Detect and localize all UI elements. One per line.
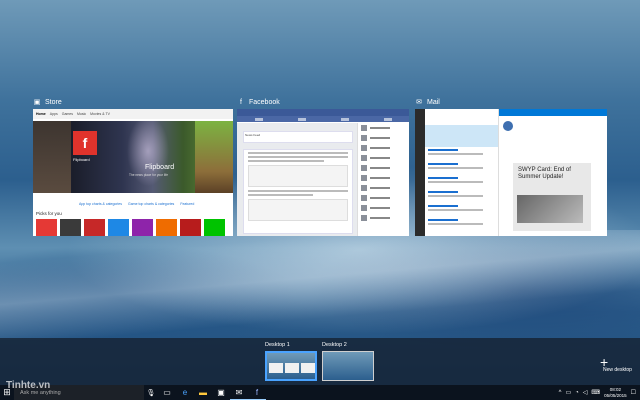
desktop-preview[interactable] xyxy=(322,351,374,381)
battery-icon[interactable]: ▭ xyxy=(565,389,571,396)
hero-title: Flipboard xyxy=(145,164,175,171)
notification-icon[interactable]: ☐ xyxy=(631,389,636,396)
facebook-taskbar-icon[interactable]: f xyxy=(248,385,266,400)
microphone-icon[interactable]: 🎙 xyxy=(144,389,158,397)
app-tiles xyxy=(36,219,225,236)
desktop-1-thumbnail[interactable]: Desktop 1 xyxy=(265,342,317,384)
app-tile xyxy=(180,219,201,236)
desktop-label: Desktop 1 xyxy=(265,342,290,348)
nav-item: Games xyxy=(61,112,73,116)
window-title: Store xyxy=(45,98,62,106)
store-link: Game top charts & categories xyxy=(128,202,175,206)
nav-item: Apps xyxy=(49,112,58,116)
feed-post xyxy=(243,149,353,234)
store-link: App top charts & categories xyxy=(79,202,122,206)
nav-item: Movies & TV xyxy=(90,112,110,116)
task-view-icon[interactable]: ▭ xyxy=(158,385,176,400)
window-title: Mail xyxy=(427,98,440,106)
hero-subtitle: The news place for your life xyxy=(129,173,168,177)
virtual-desktops-bar xyxy=(0,338,640,385)
window-header: f Facebook xyxy=(237,96,409,108)
app-tile xyxy=(36,219,57,236)
app-tile xyxy=(132,219,153,236)
nav-item: Home xyxy=(36,112,46,116)
nav-item: Music xyxy=(77,112,87,116)
store-nav: Home Apps Games Music Movies & TV xyxy=(33,109,233,119)
desktop-label: Desktop 2 xyxy=(322,342,347,348)
email-card-image xyxy=(517,195,583,223)
store-link: Featured xyxy=(180,202,195,206)
hero-image-right xyxy=(195,121,233,193)
facebook-top-bar xyxy=(237,109,409,116)
desktop-preview[interactable] xyxy=(265,351,317,381)
store-hero-banner: f Flipboard Flipboard The news place for… xyxy=(33,121,233,193)
store-links: App top charts & categories Game top cha… xyxy=(79,202,194,206)
mail-icon: ✉ xyxy=(416,99,422,106)
new-desktop-label[interactable]: New desktop xyxy=(603,367,632,373)
compose-box: News Feed xyxy=(243,131,353,143)
app-tile xyxy=(156,219,177,236)
system-tray: ^ ▭ ◔ ◁ ⌨ 08:02 05/05/2015 ☐ xyxy=(559,387,640,399)
window-header: ✉ Mail xyxy=(415,96,607,108)
taskbar: ⊞ Ask me anything 🎙 ▭ e ▬ ▣ ✉ f ^ ▭ ◔ ◁ … xyxy=(0,385,640,400)
mail-nav-rail xyxy=(415,109,425,236)
task-view-window-mail[interactable]: ✉ Mail SWYP Card: End of Summer Update! xyxy=(415,96,607,236)
sender-avatar xyxy=(503,121,513,131)
task-view-window-store[interactable]: ▣ Store Home Apps Games Music Movies & T… xyxy=(33,96,233,236)
edge-icon[interactable]: e xyxy=(176,385,194,400)
app-tile xyxy=(108,219,129,236)
reading-pane: SWYP Card: End of Summer Update! xyxy=(499,109,607,236)
hero-app-name: Flipboard xyxy=(73,157,90,162)
flipboard-logo-icon: f xyxy=(73,131,97,155)
clock-date: 05/05/2015 xyxy=(604,392,627,398)
desktop-2-thumbnail[interactable]: Desktop 2 xyxy=(322,342,374,384)
contacts-sidebar xyxy=(357,123,409,236)
window-thumbnail[interactable]: Home Apps Games Music Movies & TV f Flip… xyxy=(33,109,233,236)
app-tile xyxy=(84,219,105,236)
volume-icon[interactable]: ◁ xyxy=(583,389,588,396)
clock[interactable]: 08:02 05/05/2015 xyxy=(604,387,627,399)
task-view-window-facebook[interactable]: f Facebook News Feed xyxy=(237,96,409,236)
facebook-tabs xyxy=(237,116,409,122)
email-card: SWYP Card: End of Summer Update! xyxy=(513,163,591,231)
chevron-up-icon[interactable]: ^ xyxy=(559,390,562,396)
window-title: Facebook xyxy=(249,98,280,106)
line-app-tile xyxy=(204,219,225,236)
hero-milky-way xyxy=(103,121,193,193)
mail-list xyxy=(425,109,499,236)
hero-image-left xyxy=(33,121,71,193)
facebook-icon: f xyxy=(240,98,242,106)
wallpaper xyxy=(0,230,640,340)
keyboard-icon[interactable]: ⌨ xyxy=(591,389,600,396)
store-icon: ▣ xyxy=(33,99,41,106)
watermark: Tinhte.vn xyxy=(6,380,51,391)
store-taskbar-icon[interactable]: ▣ xyxy=(212,385,230,400)
mail-taskbar-icon[interactable]: ✉ xyxy=(230,385,248,400)
email-card-title: SWYP Card: End of Summer Update! xyxy=(518,167,571,180)
window-thumbnail[interactable]: News Feed xyxy=(237,109,409,236)
app-tile xyxy=(60,219,81,236)
selected-message xyxy=(425,125,498,147)
network-icon[interactable]: ◔ xyxy=(575,390,579,396)
picks-label: Picks for you xyxy=(36,211,62,216)
window-header: ▣ Store xyxy=(33,96,233,108)
reader-toolbar xyxy=(499,109,607,116)
file-explorer-icon[interactable]: ▬ xyxy=(194,385,212,400)
window-thumbnail[interactable]: SWYP Card: End of Summer Update! xyxy=(415,109,607,236)
